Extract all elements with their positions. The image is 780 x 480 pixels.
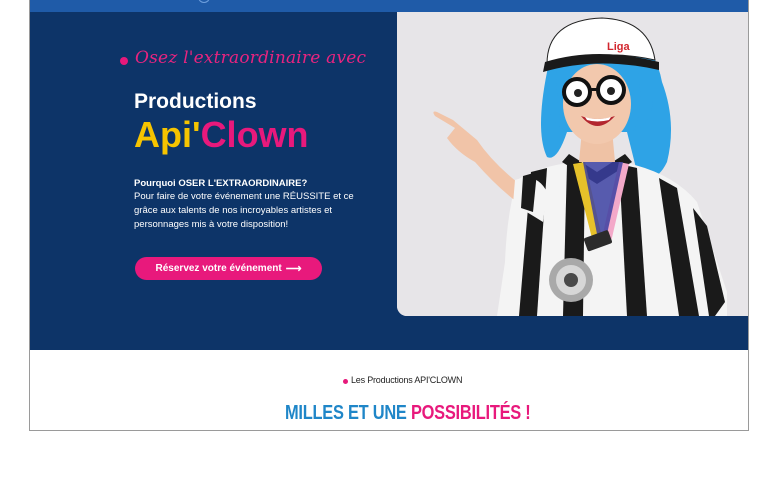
section-title-part1: MILLES ET UNE	[285, 402, 407, 424]
reserve-event-label: Réservez votre événement	[155, 263, 282, 274]
reserve-event-button[interactable]: Réservez votre événement ⟶	[135, 257, 322, 280]
logo-partial-icon	[198, 0, 210, 3]
brand-part-clown: Clown	[200, 114, 309, 155]
hero-question: Pourquoi OSER L'EXTRAORDINAIRE?	[134, 178, 308, 189]
arrow-right-icon: ⟶	[285, 263, 302, 275]
kicker-dot-icon	[343, 379, 348, 384]
section-title: MILLES ET UNE POSSIBILITÉS !	[285, 402, 531, 425]
page-frame: Osez l'extraordinaire avec Productions A…	[29, 0, 749, 431]
section-title-part2: POSSIBILITÉS !	[410, 402, 531, 424]
cap-logo-text: Liga	[607, 41, 630, 53]
hero-description: Pour faire de votre événement une RÉUSSI…	[134, 191, 354, 230]
brand-part-api: Api'	[134, 114, 201, 155]
clown-illustration: Liga	[397, 12, 748, 316]
section-kicker: Les Productions API'CLOWN	[351, 375, 463, 385]
hero-section: Osez l'extraordinaire avec Productions A…	[30, 12, 748, 350]
hero-title-line1: Productions	[134, 90, 257, 113]
bullet-dot-icon	[120, 57, 128, 65]
hero-brand-title: Api'Clown	[134, 114, 309, 156]
top-bar	[30, 0, 748, 12]
hero-clown-photo: Liga	[397, 12, 748, 316]
hero-tagline: Osez l'extraordinaire avec	[135, 48, 367, 68]
